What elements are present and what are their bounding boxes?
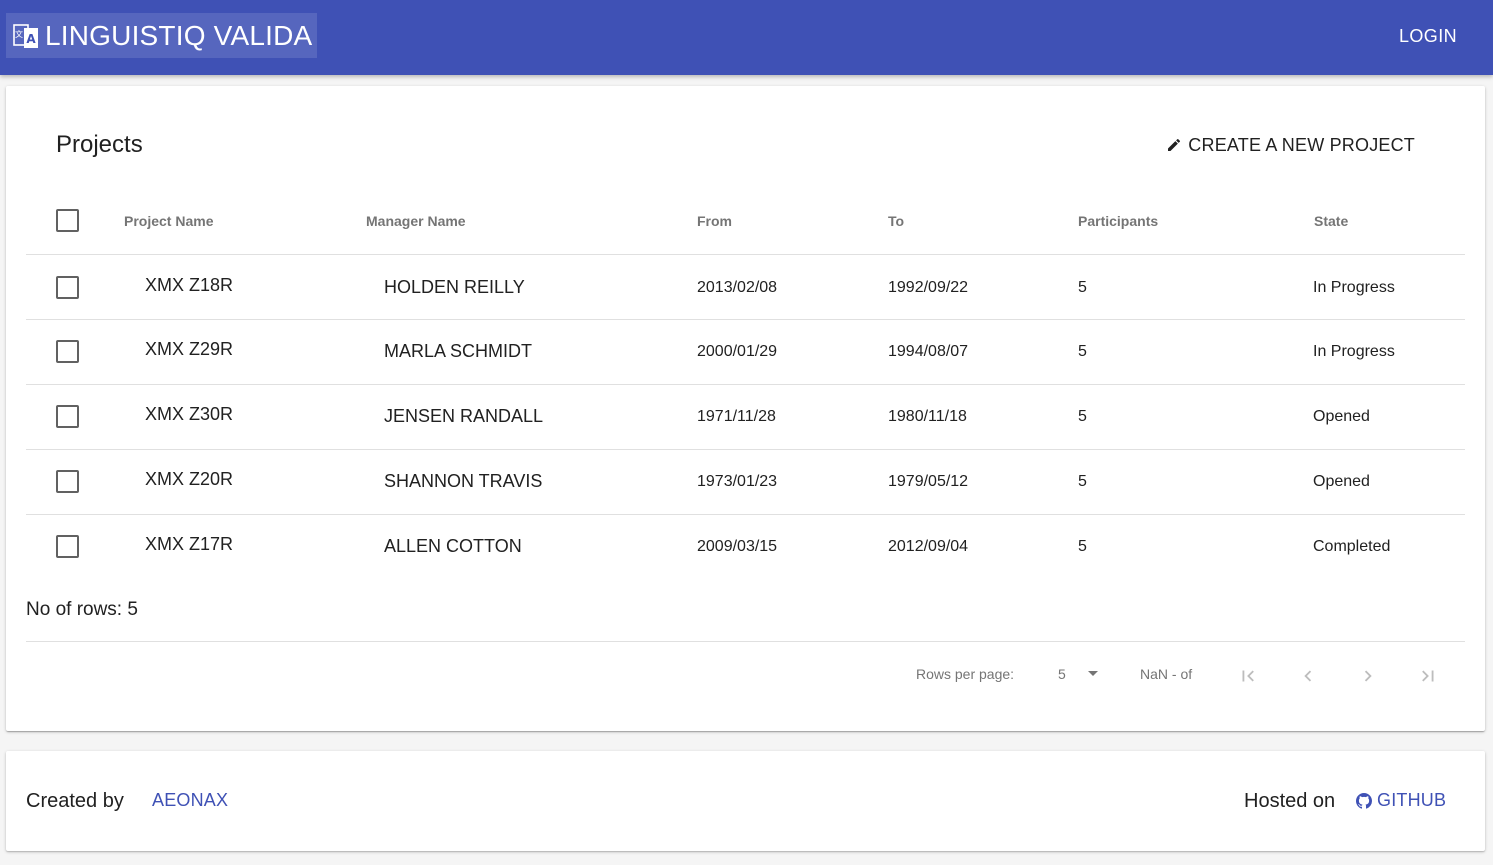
created-by-label: Created by — [26, 790, 124, 812]
previous-page-button[interactable] — [1293, 661, 1323, 691]
hosted-on-label: Hosted on — [1244, 790, 1336, 812]
from-date: 2009/03/15 — [697, 538, 778, 555]
manager-name: MARLA SCHMIDT — [384, 341, 533, 361]
column-project-name[interactable]: Project Name — [124, 213, 213, 229]
table-row[interactable]: XMX Z17R ALLEN COTTON 2009/03/15 2012/09… — [26, 515, 1465, 580]
svg-text:A: A — [26, 32, 36, 46]
from-date: 2000/01/29 — [697, 343, 778, 360]
table-row[interactable]: XMX Z18R HOLDEN REILLY 2013/02/08 1992/0… — [26, 255, 1465, 320]
github-icon — [1356, 792, 1372, 809]
manager-name: ALLEN COTTON — [384, 536, 522, 556]
table-row[interactable]: XMX Z20R SHANNON TRAVIS 1973/01/23 1979/… — [26, 450, 1465, 515]
svg-text:文: 文 — [15, 29, 23, 39]
to-date: 1992/09/22 — [888, 279, 969, 296]
to-date: 1994/08/07 — [888, 343, 969, 360]
participants: 5 — [1078, 538, 1087, 555]
to-date: 2012/09/04 — [888, 538, 969, 555]
row-checkbox[interactable] — [56, 405, 79, 428]
next-page-button[interactable] — [1353, 661, 1383, 691]
row-checkbox[interactable] — [56, 470, 79, 493]
first-page-button[interactable] — [1233, 661, 1263, 691]
manager-name: JENSEN RANDALL — [384, 406, 544, 426]
caret-down-icon — [1088, 671, 1098, 676]
rows-per-page-label: Rows per page: — [916, 666, 1015, 682]
rows-per-page-value: 5 — [1058, 666, 1066, 682]
footer: Created by AEONAX Hosted on GITHUB — [6, 751, 1485, 851]
project-name: XMX Z20R — [145, 469, 234, 489]
state: Opened — [1313, 473, 1370, 490]
github-link[interactable]: GITHUB — [1356, 790, 1446, 811]
participants: 5 — [1078, 408, 1087, 425]
create-project-button[interactable]: CREATE A NEW PROJECT — [1166, 130, 1415, 160]
state: In Progress — [1313, 279, 1395, 296]
table-row[interactable]: XMX Z30R JENSEN RANDALL 1971/11/28 1980/… — [26, 385, 1465, 450]
project-name: XMX Z29R — [145, 339, 234, 359]
column-state[interactable]: State — [1314, 213, 1348, 229]
state: Completed — [1313, 538, 1391, 555]
project-name: XMX Z18R — [145, 275, 234, 295]
translate-icon: A 文 — [13, 22, 39, 50]
projects-card: Projects CREATE A NEW PROJECT Project Na… — [6, 86, 1485, 731]
table-header: Project Name Manager Name From To Partic… — [26, 188, 1465, 255]
column-manager-name[interactable]: Manager Name — [366, 213, 466, 229]
state: Opened — [1313, 408, 1370, 425]
last-page-icon — [1422, 670, 1434, 682]
manager-name: HOLDEN REILLY — [384, 277, 525, 297]
column-participants[interactable]: Participants — [1078, 213, 1158, 229]
state: In Progress — [1313, 343, 1395, 360]
projects-table: Project Name Manager Name From To Partic… — [26, 188, 1465, 580]
to-date: 1979/05/12 — [888, 473, 969, 490]
project-name: XMX Z17R — [145, 534, 234, 554]
row-checkbox[interactable] — [56, 276, 79, 299]
to-date: 1980/11/18 — [888, 408, 967, 425]
from-date: 2013/02/08 — [697, 279, 778, 296]
select-all-checkbox[interactable] — [56, 209, 79, 232]
create-project-label: CREATE A NEW PROJECT — [1188, 134, 1415, 155]
divider — [26, 641, 1465, 642]
manager-name: SHANNON TRAVIS — [384, 471, 543, 491]
row-checkbox[interactable] — [56, 535, 79, 558]
login-button[interactable]: LOGIN — [1387, 18, 1469, 54]
last-page-button[interactable] — [1413, 661, 1443, 691]
participants: 5 — [1078, 473, 1087, 490]
column-from[interactable]: From — [697, 213, 732, 229]
app-bar: A 文 LINGUISTIQ VALIDA LOGIN — [0, 0, 1493, 75]
github-link-label: GITHUB — [1377, 790, 1447, 810]
column-to[interactable]: To — [888, 213, 904, 229]
first-page-icon — [1242, 670, 1254, 682]
author-link-label: AEONAX — [152, 790, 229, 810]
table-row[interactable]: XMX Z29R MARLA SCHMIDT 2000/01/29 1994/0… — [26, 320, 1465, 385]
from-date: 1971/11/28 — [697, 408, 776, 425]
brand-home-link[interactable]: A 文 LINGUISTIQ VALIDA — [6, 13, 317, 58]
participants: 5 — [1078, 343, 1087, 360]
chevron-right-icon — [1364, 670, 1372, 682]
project-name: XMX Z30R — [145, 404, 234, 424]
chevron-left-icon — [1304, 670, 1312, 682]
app-title: LINGUISTIQ VALIDA — [45, 19, 313, 51]
rows-per-page-select[interactable]: 5 — [1058, 658, 1098, 690]
from-date: 1973/01/23 — [697, 473, 778, 490]
row-checkbox[interactable] — [56, 340, 79, 363]
page-range: NaN - of — [1140, 666, 1193, 682]
page-title: Projects — [56, 131, 143, 158]
pencil-icon — [1168, 138, 1181, 151]
participants: 5 — [1078, 279, 1087, 296]
author-link[interactable]: AEONAX — [152, 790, 228, 811]
rows-count: No of rows: 5 — [26, 599, 138, 620]
